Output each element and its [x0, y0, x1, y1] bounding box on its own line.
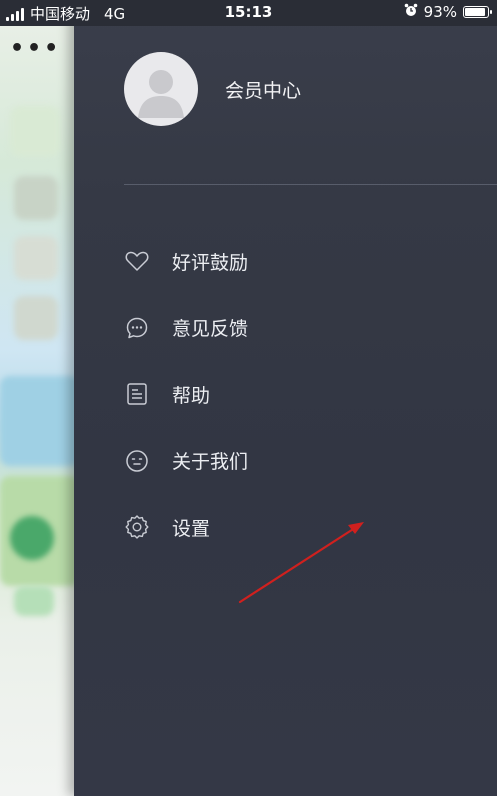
battery-percent: 93%: [423, 3, 457, 21]
background-page-blurred: [0, 26, 80, 796]
battery-icon: [463, 6, 492, 18]
battery-fill: [465, 8, 485, 16]
side-drawer: 会员中心 好评鼓励 意见反馈 帮助 关于我们 设置: [74, 0, 497, 796]
document-icon: [124, 381, 150, 407]
gear-icon: [124, 514, 150, 540]
drawer-menu: 好评鼓励 意见反馈 帮助 关于我们 设置: [124, 228, 248, 561]
status-bar: 中国移动 4G 15:13 93%: [0, 0, 497, 26]
menu-item-label: 设置: [172, 517, 211, 540]
menu-item-about[interactable]: 关于我们: [124, 428, 248, 495]
menu-item-help[interactable]: 帮助: [124, 361, 248, 428]
divider: [124, 184, 497, 185]
heart-icon: [124, 248, 150, 274]
menu-item-label: 意见反馈: [172, 318, 249, 341]
smiley-icon: [124, 448, 150, 474]
alarm-clock-icon: [404, 3, 418, 21]
more-dots-icon[interactable]: •••: [10, 36, 61, 61]
status-right: 93%: [404, 3, 492, 21]
menu-item-settings[interactable]: 设置: [124, 494, 248, 561]
menu-item-label: 好评鼓励: [172, 251, 249, 274]
default-user-avatar[interactable]: [124, 52, 198, 126]
chat-bubble-icon: [124, 315, 150, 341]
menu-item-rate[interactable]: 好评鼓励: [124, 228, 248, 295]
menu-item-label: 关于我们: [172, 451, 249, 474]
annotation-arrow-icon: [238, 522, 364, 604]
menu-item-label: 帮助: [172, 384, 211, 407]
member-center-entry[interactable]: 会员中心: [124, 52, 301, 126]
member-center-label: 会员中心: [225, 79, 302, 102]
menu-item-feedback[interactable]: 意见反馈: [124, 295, 248, 362]
